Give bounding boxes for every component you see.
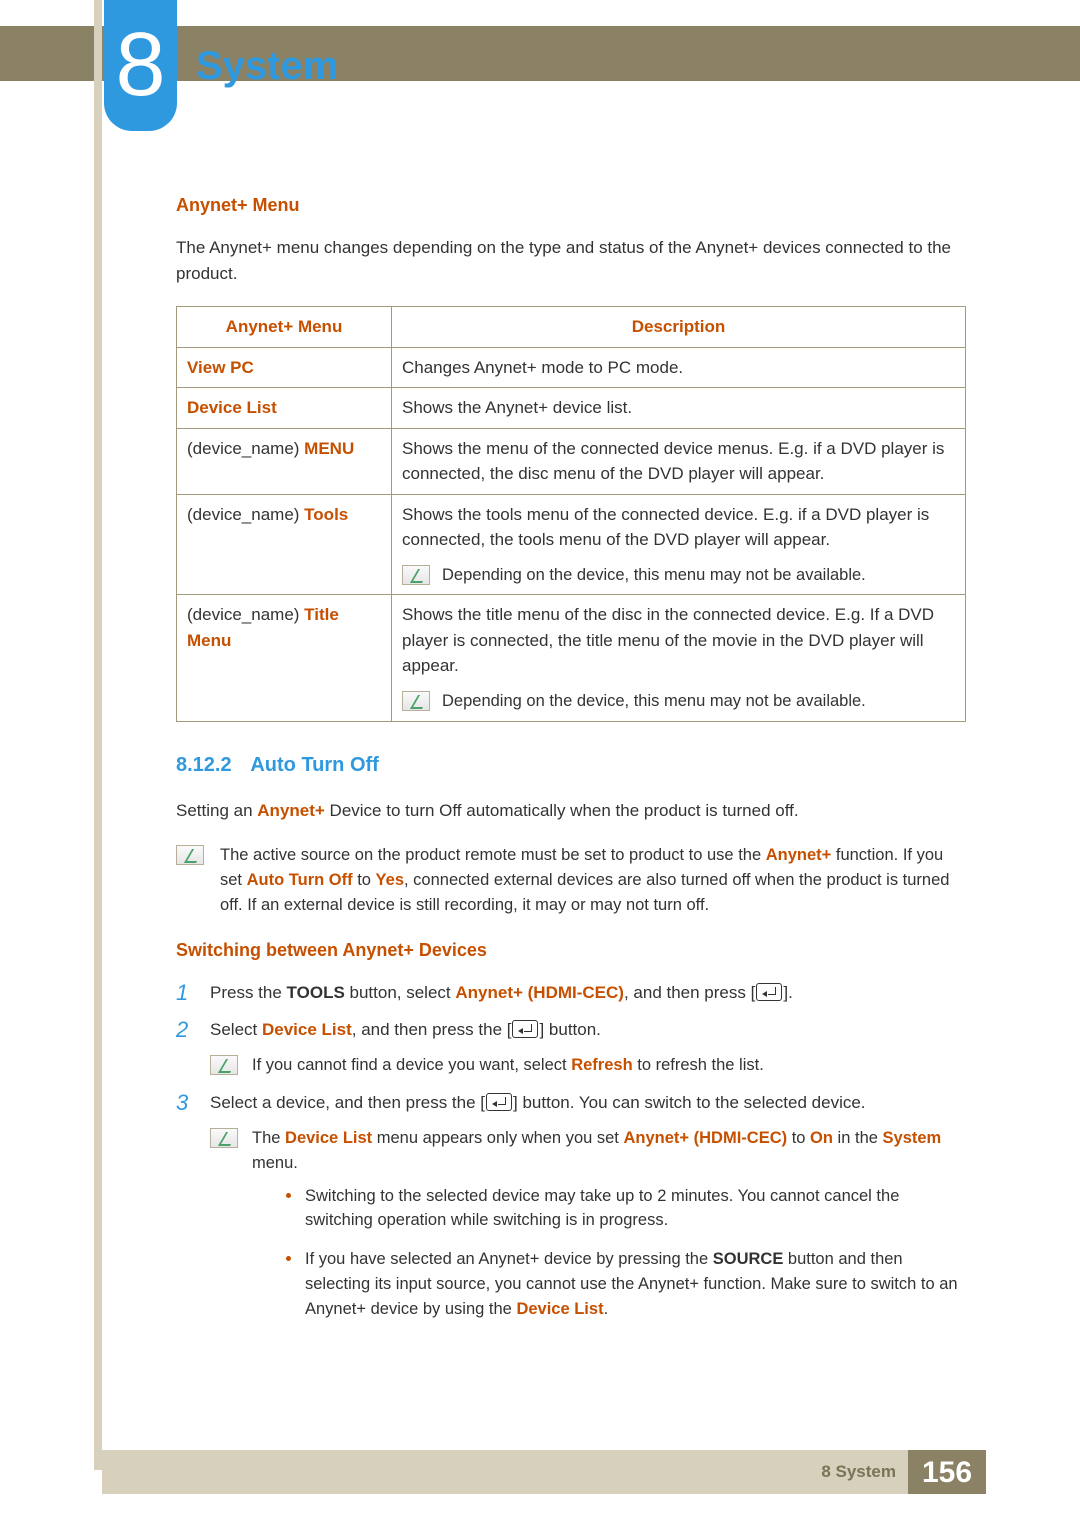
table-header-menu: Anynet+ Menu bbox=[177, 307, 392, 348]
step-list: 1 Press the TOOLS button, select Anynet+… bbox=[176, 980, 966, 1335]
cell-desc: Shows the Anynet+ device list. bbox=[392, 388, 966, 429]
note-icon bbox=[210, 1128, 238, 1148]
table-header-row: Anynet+ Menu Description bbox=[177, 307, 966, 348]
note-icon bbox=[210, 1055, 238, 1075]
note-icon bbox=[402, 691, 430, 711]
table-note: Depending on the device, this menu may n… bbox=[402, 689, 955, 714]
anynet-menu-table: Anynet+ Menu Description View PC Changes… bbox=[176, 306, 966, 722]
chapter-number: 8 bbox=[115, 0, 165, 133]
cell-label: (device_name) Title Menu bbox=[177, 595, 392, 721]
cell-label: View PC bbox=[187, 358, 254, 377]
enter-icon bbox=[512, 1020, 538, 1038]
bullet-item: Switching to the selected device may tak… bbox=[286, 1184, 966, 1234]
table-header-description: Description bbox=[392, 307, 966, 348]
section-intro: The Anynet+ menu changes depending on th… bbox=[176, 235, 966, 286]
step-note: If you cannot find a device you want, se… bbox=[210, 1053, 966, 1078]
enter-icon bbox=[756, 983, 782, 1001]
bullet-icon bbox=[286, 1256, 291, 1261]
section-heading-switching: Switching between Anynet+ Devices bbox=[176, 937, 966, 964]
subsection-heading: 8.12.2 Auto Turn Off bbox=[176, 750, 966, 780]
body-note: The active source on the product remote … bbox=[176, 843, 966, 917]
step-2: 2 Select Device List, and then press the… bbox=[176, 1017, 966, 1043]
table-row: (device_name) MENU Shows the menu of the… bbox=[177, 428, 966, 494]
table-note: Depending on the device, this menu may n… bbox=[402, 563, 955, 588]
page-content: Anynet+ Menu The Anynet+ menu changes de… bbox=[176, 192, 966, 1347]
step-number: 1 bbox=[176, 980, 194, 1006]
cell-desc: Shows the title menu of the disc in the … bbox=[392, 595, 966, 721]
table-row: (device_name) Title Menu Shows the title… bbox=[177, 595, 966, 721]
section-heading-anynet-menu: Anynet+ Menu bbox=[176, 192, 966, 219]
step-number: 2 bbox=[176, 1017, 194, 1043]
cell-label: (device_name) MENU bbox=[177, 428, 392, 494]
page-number: 156 bbox=[908, 1450, 986, 1494]
chapter-badge: 8 bbox=[104, 0, 177, 131]
table-row: Device List Shows the Anynet+ device lis… bbox=[177, 388, 966, 429]
subsection-intro: Setting an Anynet+ Device to turn Off au… bbox=[176, 798, 966, 824]
bullet-icon bbox=[286, 1193, 291, 1198]
note-icon bbox=[176, 845, 204, 865]
table-row: (device_name) Tools Shows the tools menu… bbox=[177, 494, 966, 595]
subsection-title: Auto Turn Off bbox=[250, 754, 378, 776]
cell-desc: Shows the tools menu of the connected de… bbox=[392, 494, 966, 595]
cell-desc: Shows the menu of the connected device m… bbox=[392, 428, 966, 494]
bullet-item: If you have selected an Anynet+ device b… bbox=[286, 1247, 966, 1321]
step-3: 3 Select a device, and then press the []… bbox=[176, 1090, 966, 1116]
cell-desc: Changes Anynet+ mode to PC mode. bbox=[392, 347, 966, 388]
chapter-title: System bbox=[196, 36, 338, 96]
cell-label: Device List bbox=[187, 398, 277, 417]
table-row: View PC Changes Anynet+ mode to PC mode. bbox=[177, 347, 966, 388]
footer-bar: 8 System 156 bbox=[102, 1450, 986, 1494]
step-number: 3 bbox=[176, 1090, 194, 1116]
enter-icon bbox=[486, 1093, 512, 1111]
left-margin-stripe bbox=[94, 0, 102, 1470]
subsection-number: 8.12.2 bbox=[176, 754, 232, 776]
bullet-list: Switching to the selected device may tak… bbox=[286, 1184, 966, 1322]
step-note: The Device List menu appears only when y… bbox=[210, 1126, 966, 1335]
note-icon bbox=[402, 565, 430, 585]
footer-label: 8 System bbox=[821, 1459, 896, 1485]
cell-label: (device_name) Tools bbox=[177, 494, 392, 595]
step-1: 1 Press the TOOLS button, select Anynet+… bbox=[176, 980, 966, 1006]
